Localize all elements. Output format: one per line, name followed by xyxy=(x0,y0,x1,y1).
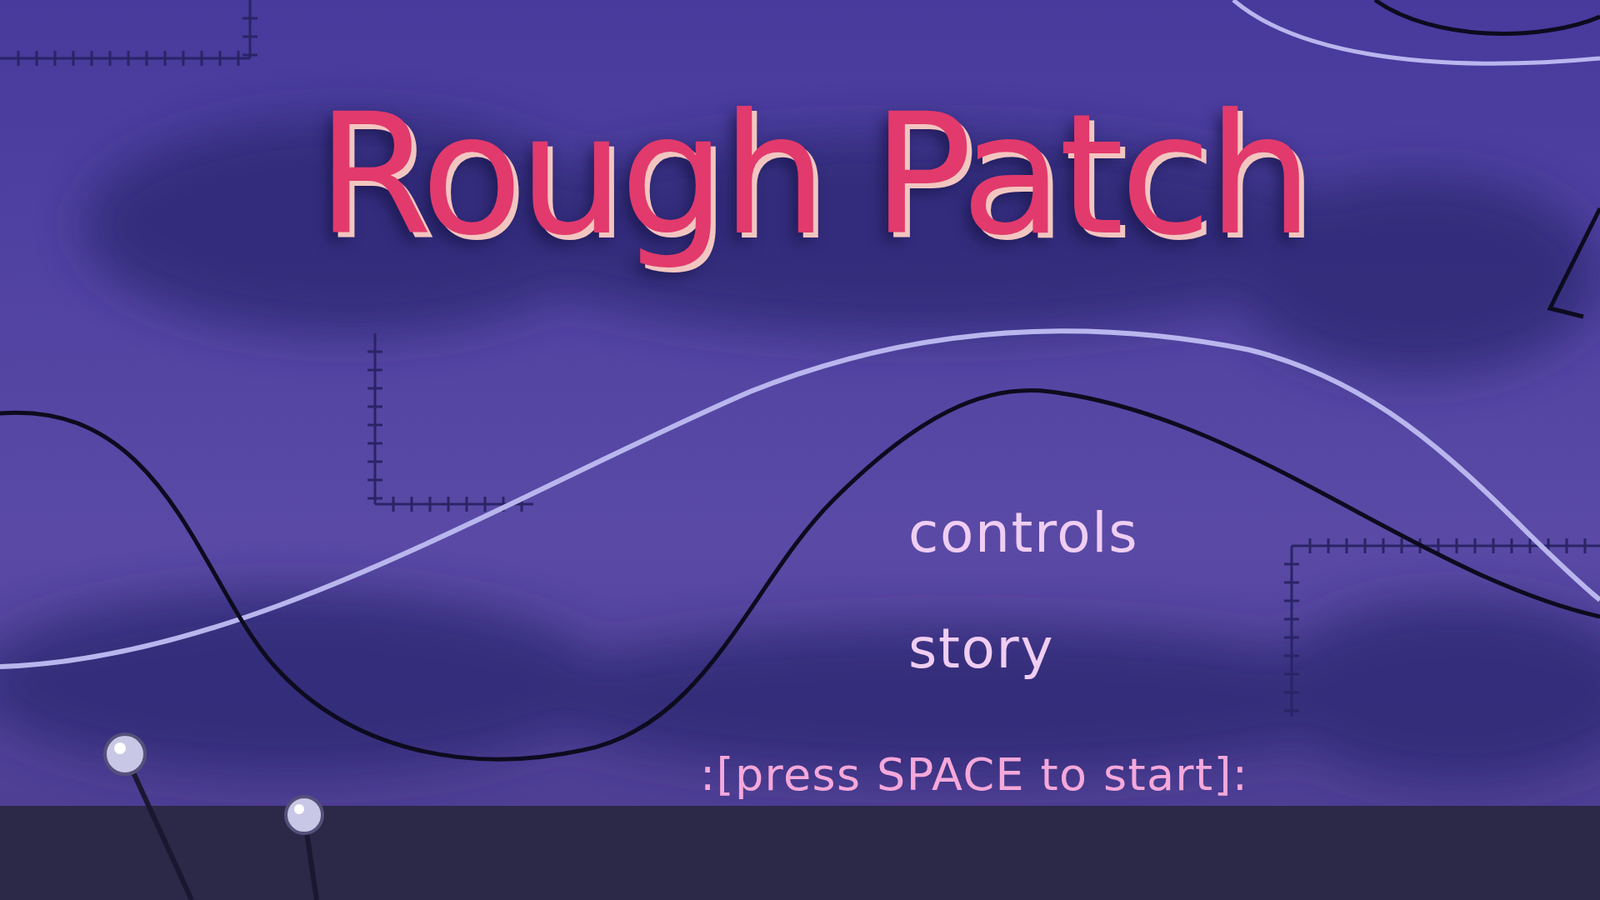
stitch-mark xyxy=(1284,545,1300,717)
pin-icon xyxy=(285,796,323,900)
stitch-mark xyxy=(0,50,250,66)
title-screen: Rough Patch controls story :[press SPACE to… xyxy=(0,0,1600,900)
game-title: Rough Patch xyxy=(316,91,1600,259)
start-prompt[interactable]: :[press SPACE to start]: xyxy=(700,748,1600,803)
pin-icon xyxy=(105,734,192,900)
menu-item[interactable]: story xyxy=(908,615,1055,682)
stitch-mark xyxy=(1291,538,1600,554)
stitch-mark xyxy=(242,0,258,59)
menu-item[interactable]: controls xyxy=(908,500,1139,566)
main-menu: controls story xyxy=(0,500,1600,682)
stitch-mark xyxy=(367,333,383,505)
